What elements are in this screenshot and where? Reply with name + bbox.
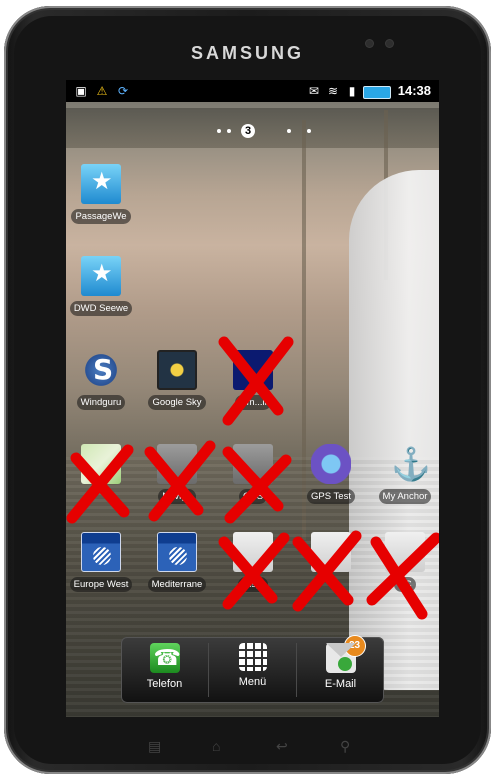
app-icon-europe-west[interactable]: Europe West <box>66 532 140 612</box>
phone-label: Telefon <box>146 678 183 690</box>
phone-icon <box>149 643 181 673</box>
status-bar[interactable]: ▣ ⚠ ⟳ ✉ ≋ ▮ 14:38 <box>66 80 439 102</box>
app-icon-image <box>311 532 351 572</box>
app-icon-gps-test[interactable]: GPS Test <box>292 444 370 524</box>
menu-button[interactable]: Menü <box>209 637 296 703</box>
app-icon-crossed-2[interactable]: Displ <box>214 532 292 612</box>
email-button[interactable]: 23 E-Mail <box>297 635 384 703</box>
app-label: lum...ll <box>235 395 271 410</box>
app-icon-passageweather[interactable]: PassageWe <box>66 164 140 244</box>
app-icon-crossed-4[interactable]: AC <box>366 532 439 612</box>
app-label: Windguru <box>76 395 126 410</box>
navigation-icon <box>157 444 197 484</box>
app-icon-image <box>233 350 273 390</box>
app-icon-mediterranean[interactable]: Mediterrane <box>138 532 216 612</box>
app-label: My Anchor <box>378 489 432 504</box>
wifi-icon: ≋ <box>327 84 339 98</box>
screenshot-icon: ▣ <box>75 84 87 98</box>
bookmark-icon <box>81 256 121 296</box>
status-time: 14:38 <box>397 83 431 98</box>
smiley-icon <box>337 657 352 671</box>
app-label: GPS Test <box>307 489 355 504</box>
app-icon-gps[interactable]: GPS <box>214 444 292 524</box>
windguru-icon <box>81 350 121 390</box>
gps-test-icon <box>311 444 351 484</box>
app-label: GPS <box>238 489 268 504</box>
home-hardware-icon[interactable]: ⌂ <box>212 738 220 754</box>
app-label: AC <box>394 577 416 592</box>
app-label: Displ <box>238 577 268 592</box>
page-dot <box>307 129 311 133</box>
app-icon-navigation[interactable]: Naviga <box>138 444 216 524</box>
battery-icon <box>363 86 391 99</box>
message-icon: ✉ <box>308 84 320 98</box>
app-icon-crossed-3[interactable] <box>292 532 370 612</box>
app-label: Europe West <box>69 577 133 592</box>
bookmark-icon <box>81 164 121 204</box>
page-indicator[interactable]: 3 <box>211 124 391 138</box>
signal-icon: ▮ <box>348 84 356 98</box>
app-icon-google-sky[interactable]: Google Sky <box>138 350 216 430</box>
app-label: Mediterrane <box>147 577 207 592</box>
app-label: Naviga <box>158 489 196 504</box>
app-label: Google Sky <box>148 395 206 410</box>
app-icon-my-anchor[interactable]: My Anchor <box>366 444 439 524</box>
phone-button[interactable]: Telefon <box>121 637 208 703</box>
app-icon-image <box>385 532 425 572</box>
app-label: PassageWe <box>71 209 131 224</box>
app-grid-icon <box>238 643 267 671</box>
mail-icon: 23 <box>325 635 366 673</box>
light-sensor-icon <box>386 40 393 47</box>
email-label: E-Mail <box>324 678 357 690</box>
warning-icon: ⚠ <box>96 84 108 98</box>
front-camera-icon <box>366 40 373 47</box>
sync-icon: ⟳ <box>117 84 129 98</box>
google-sky-icon <box>157 350 197 390</box>
menu-hardware-icon[interactable]: ▤ <box>148 738 161 755</box>
home-screen: ▣ ⚠ ⟳ ✉ ≋ ▮ 14:38 3 PassageWe DWD Seewe … <box>66 80 439 717</box>
makrowetter-icon <box>157 532 197 572</box>
app-dock: Telefon Menü 23 E-Mail <box>121 635 384 703</box>
maps-icon <box>81 444 121 484</box>
search-hardware-icon[interactable]: ⚲ <box>340 738 350 755</box>
gps-icon <box>233 444 273 484</box>
current-page-number: 3 <box>241 124 255 138</box>
back-hardware-icon[interactable]: ↩ <box>276 738 288 755</box>
page-dot <box>227 129 231 133</box>
menu-label: Menü <box>238 676 267 688</box>
makrowetter-icon <box>81 532 121 572</box>
brand-logo: SAMSUNG <box>190 43 304 63</box>
page-dot <box>287 129 291 133</box>
anchor-icon <box>385 444 431 484</box>
page-dot <box>217 129 221 133</box>
app-icon-dwd-seewetter[interactable]: DWD Seewe <box>66 256 140 336</box>
app-icon-windguru[interactable]: Windguru <box>66 350 140 430</box>
app-label: DWD Seewe <box>69 301 133 316</box>
app-icon-image <box>233 532 273 572</box>
app-icon-maps[interactable] <box>66 444 140 524</box>
email-count-badge: 23 <box>343 635 366 657</box>
app-icon-crossed-1[interactable]: lum...ll <box>214 350 292 430</box>
